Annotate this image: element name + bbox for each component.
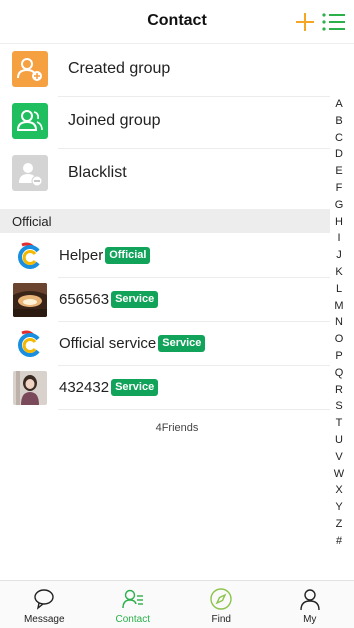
alphabet-letter[interactable]: C xyxy=(331,130,347,147)
alphabet-letter[interactable]: E xyxy=(331,163,347,180)
compass-icon xyxy=(210,588,232,610)
section-header-official: Official xyxy=(0,209,330,233)
official-logo-icon xyxy=(13,327,47,361)
menu-label: Blacklist xyxy=(68,164,127,181)
alphabet-letter[interactable]: T xyxy=(331,415,347,432)
alphabet-letter[interactable]: V xyxy=(331,449,347,466)
person-icon xyxy=(300,589,320,611)
contact-name-wrap: 432432 Service xyxy=(59,379,159,396)
plus-icon[interactable] xyxy=(295,12,315,32)
group-icon xyxy=(12,103,48,139)
user-block-icon xyxy=(12,155,48,191)
alphabet-letter[interactable]: N xyxy=(331,314,347,331)
alphabet-letter[interactable]: K xyxy=(331,264,347,281)
photo-avatar xyxy=(13,371,47,405)
alphabet-letter[interactable]: U xyxy=(331,432,347,449)
alphabet-letter[interactable]: G xyxy=(331,197,347,214)
contact-name: 432432 xyxy=(59,379,110,396)
tab-label: Message xyxy=(23,614,65,625)
alphabet-letter[interactable]: B xyxy=(331,113,347,130)
service-badge: Service xyxy=(111,379,159,396)
chat-bubble-icon xyxy=(34,589,54,610)
menu-item-created-group[interactable]: Created group xyxy=(0,45,330,97)
contact-row-656563[interactable]: 656563 Service xyxy=(0,278,330,322)
service-badge: Service xyxy=(111,291,159,308)
menu-label: Created group xyxy=(68,60,171,77)
alphabet-letter[interactable]: S xyxy=(331,398,347,415)
tab-find[interactable]: Find xyxy=(177,581,266,628)
contact-name: Helper xyxy=(59,247,104,264)
contacts-icon xyxy=(122,589,143,609)
section-label: Official xyxy=(12,214,52,229)
alphabet-letter[interactable]: I xyxy=(331,230,347,247)
alphabet-letter[interactable]: L xyxy=(331,281,347,298)
group-add-icon xyxy=(12,51,48,87)
contact-row-official-service[interactable]: Official service Service xyxy=(0,322,330,366)
tab-bar: Message Contact Find My xyxy=(0,580,354,628)
contact-row-helper[interactable]: Helper Official xyxy=(0,234,330,278)
alphabet-letter[interactable]: O xyxy=(331,331,347,348)
alphabet-letter[interactable]: # xyxy=(331,533,347,550)
menu-label: Joined group xyxy=(68,112,161,129)
header: Contact xyxy=(0,0,354,44)
photo-avatar xyxy=(13,283,47,317)
tab-label: Find xyxy=(211,614,231,625)
friends-count: 4Friends xyxy=(155,422,199,434)
alphabet-letter[interactable]: H xyxy=(331,214,347,231)
menu-item-joined-group[interactable]: Joined group xyxy=(0,97,330,149)
contact-name: 656563 xyxy=(59,291,110,308)
tab-label: Contact xyxy=(115,614,150,625)
alphabet-letter[interactable]: A xyxy=(331,96,347,113)
list-icon[interactable] xyxy=(322,12,346,32)
contact-name: Official service xyxy=(59,335,157,352)
contact-name-wrap: Official service Service xyxy=(59,335,206,352)
alphabet-letter[interactable]: D xyxy=(331,146,347,163)
official-badge: Official xyxy=(105,247,151,264)
alphabet-letter[interactable]: W xyxy=(331,466,347,483)
alphabet-letter[interactable]: Y xyxy=(331,499,347,516)
alphabet-letter[interactable]: J xyxy=(331,247,347,264)
official-logo-icon xyxy=(13,239,47,273)
alphabet-letter[interactable]: P xyxy=(331,348,347,365)
alphabet-index[interactable]: A B C D E F G H I J K L M N O P Q R S T U V W X Y Z # xyxy=(331,96,347,550)
alphabet-letter[interactable]: F xyxy=(331,180,347,197)
alphabet-letter[interactable]: Z xyxy=(331,516,347,533)
contact-name-wrap: 656563 Service xyxy=(59,291,159,308)
tab-contact[interactable]: Contact xyxy=(89,581,178,628)
divider xyxy=(58,409,330,410)
alphabet-letter[interactable]: M xyxy=(331,298,347,315)
tab-my[interactable]: My xyxy=(266,581,354,628)
tab-message[interactable]: Message xyxy=(0,581,89,628)
menu-item-blacklist[interactable]: Blacklist xyxy=(0,149,330,201)
alphabet-letter[interactable]: R xyxy=(331,382,347,399)
contact-row-432432[interactable]: 432432 Service xyxy=(0,366,330,410)
tab-label: My xyxy=(303,614,317,625)
alphabet-letter[interactable]: Q xyxy=(331,365,347,382)
alphabet-letter[interactable]: X xyxy=(331,482,347,499)
contact-name-wrap: Helper Official xyxy=(59,247,151,264)
service-badge: Service xyxy=(158,335,206,352)
